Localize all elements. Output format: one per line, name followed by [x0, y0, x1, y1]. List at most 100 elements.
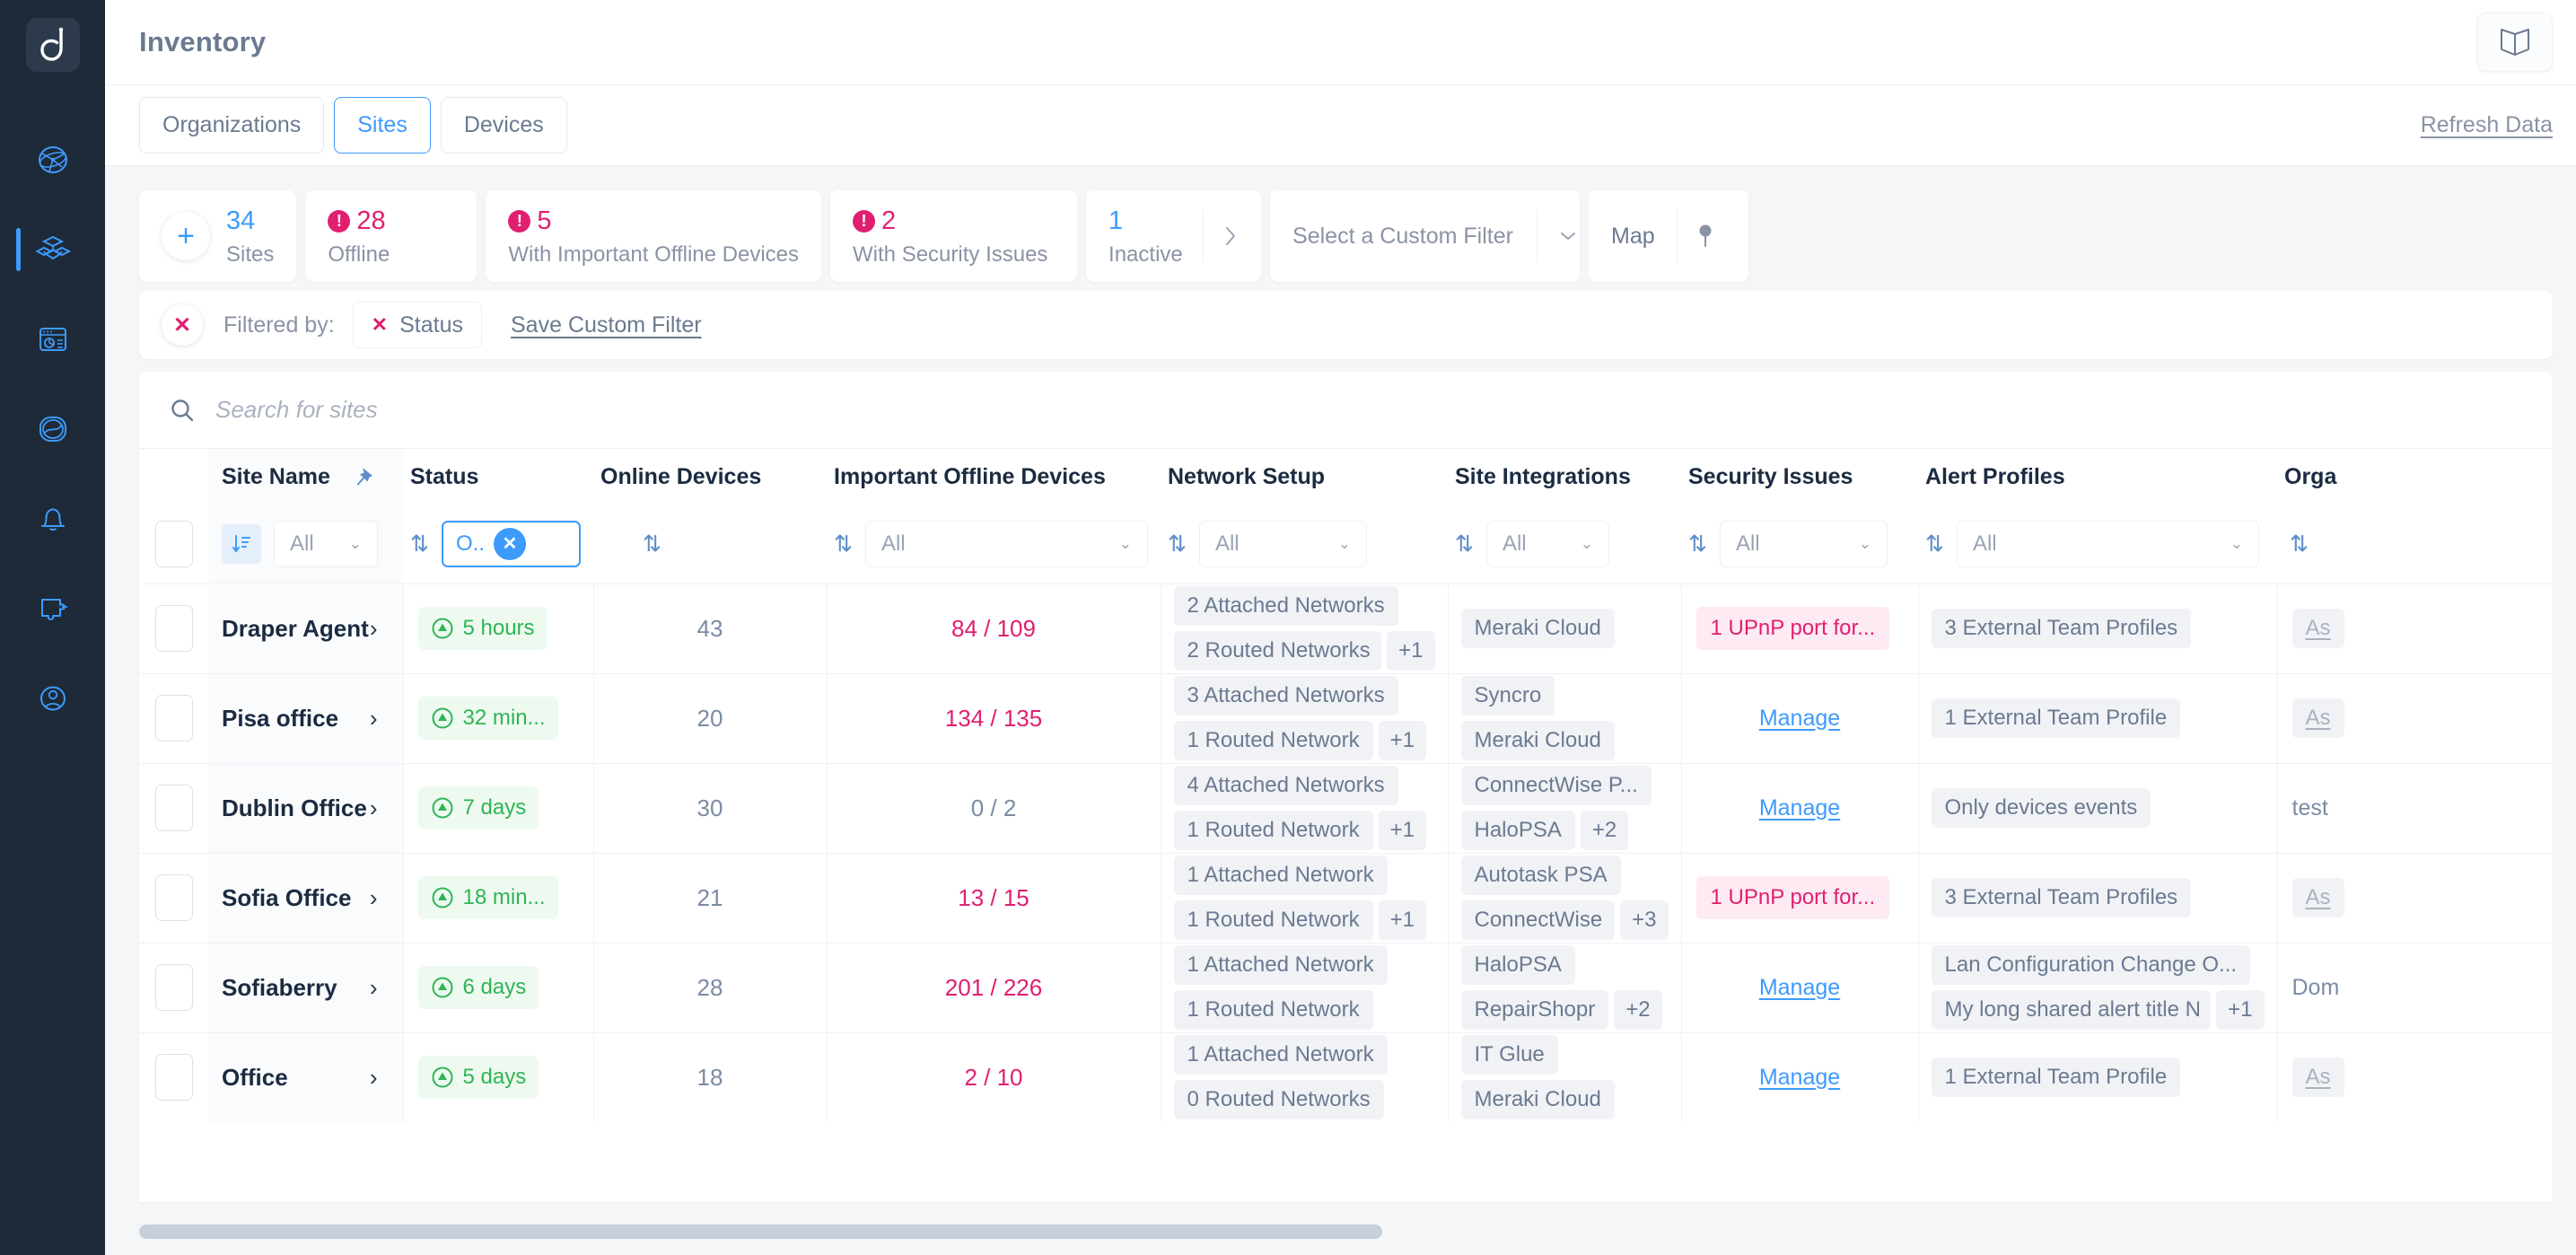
row-checkbox[interactable]	[155, 605, 193, 652]
refresh-data-link[interactable]: Refresh Data	[2421, 112, 2553, 138]
chevron-right-icon[interactable]: ›	[370, 974, 378, 1002]
alert-profile-overflow-badge[interactable]: +1	[2216, 990, 2264, 1030]
stat-card-sites[interactable]: + 34 Sites	[139, 190, 296, 282]
header-online-devices[interactable]: Online Devices	[593, 449, 827, 505]
chevron-right-icon[interactable]: ›	[370, 884, 378, 912]
assign-org-button[interactable]: As	[2292, 1058, 2344, 1097]
table-row[interactable]: Sofiaberry ›	[139, 943, 2553, 1032]
header-status[interactable]: Status	[403, 449, 593, 505]
header-alert-profiles[interactable]: Alert Profiles	[1918, 449, 2277, 505]
search-input[interactable]: Search for sites	[215, 396, 378, 424]
sort-organization-button[interactable]: ⇅	[2290, 531, 2309, 557]
tab-devices[interactable]: Devices	[441, 97, 567, 154]
header-site-name[interactable]: Site Name	[209, 449, 403, 505]
filter-select-site-integrations[interactable]: All ⌄	[1486, 521, 1609, 567]
stat-card-security-issues[interactable]: ! 2 With Security Issues	[830, 190, 1077, 282]
header-security-issues[interactable]: Security Issues	[1681, 449, 1918, 505]
cell-site-name[interactable]: Office ›	[209, 1032, 403, 1122]
manage-security-link[interactable]: Manage	[1759, 975, 1840, 1001]
remove-filter-icon[interactable]: ✕	[372, 313, 388, 337]
integration-overflow-badge[interactable]: +2	[1614, 990, 1661, 1030]
row-checkbox[interactable]	[155, 874, 193, 921]
sidebar-item-discovery[interactable]	[0, 384, 105, 474]
sort-status-button[interactable]: ⇅	[410, 531, 429, 557]
app-logo[interactable]	[26, 18, 80, 72]
tab-organizations[interactable]: Organizations	[139, 97, 324, 154]
manage-security-link[interactable]: Manage	[1759, 706, 1840, 732]
integration-overflow-badge[interactable]: +2	[1581, 811, 1628, 850]
horizontal-scrollbar-thumb[interactable]	[139, 1224, 1382, 1239]
table-row[interactable]: Dublin Office ›	[139, 763, 2553, 853]
sidebar-item-integrations[interactable]	[0, 564, 105, 654]
add-site-button[interactable]: +	[162, 212, 210, 260]
filter-select-important-offline[interactable]: All ⌄	[865, 521, 1148, 567]
filter-select-alert-profiles[interactable]: All ⌄	[1957, 521, 2259, 567]
filter-chip-status[interactable]: ✕ Status	[353, 302, 482, 348]
sidebar-item-reports[interactable]	[0, 294, 105, 384]
table-row[interactable]: Pisa office ›	[139, 673, 2553, 763]
row-checkbox[interactable]	[155, 1054, 193, 1101]
chevron-right-icon[interactable]: ›	[370, 705, 378, 733]
header-site-integrations[interactable]: Site Integrations	[1448, 449, 1681, 505]
tab-sites[interactable]: Sites	[334, 97, 431, 154]
cell-site-name[interactable]: Sofia Office ›	[209, 853, 403, 943]
header-network-setup[interactable]: Network Setup	[1161, 449, 1448, 505]
manage-security-link[interactable]: Manage	[1759, 795, 1840, 821]
header-important-offline[interactable]: Important Offline Devices	[827, 449, 1161, 505]
clear-status-filter-icon[interactable]: ✕	[494, 528, 526, 560]
network-overflow-badge[interactable]: +1	[1379, 900, 1426, 940]
assign-org-button[interactable]: As	[2292, 698, 2344, 738]
sort-network-setup-button[interactable]: ⇅	[1168, 531, 1187, 557]
search-row[interactable]: Search for sites	[139, 372, 2553, 449]
filter-select-network-setup[interactable]: All ⌄	[1199, 521, 1367, 567]
row-checkbox[interactable]	[155, 695, 193, 742]
filter-select-security-issues[interactable]: All ⌄	[1720, 521, 1888, 567]
stat-card-inactive[interactable]: 1 Inactive	[1086, 190, 1261, 282]
stat-card-offline[interactable]: ! 28 Offline	[305, 190, 477, 282]
filter-select-status[interactable]: O.. ✕	[442, 521, 581, 567]
sort-online-devices-button[interactable]: ⇅	[643, 531, 662, 557]
network-overflow-badge[interactable]: +1	[1387, 631, 1434, 671]
header-organization[interactable]: Orga	[2277, 449, 2553, 505]
table-row[interactable]: Sofia Office ›	[139, 853, 2553, 943]
stat-card-important-offline-devices[interactable]: ! 5 With Important Offline Devices	[486, 190, 821, 282]
save-custom-filter-link[interactable]: Save Custom Filter	[511, 312, 702, 338]
custom-filter-select[interactable]: Select a Custom Filter	[1270, 190, 1580, 282]
chevron-right-icon[interactable]: ›	[370, 794, 378, 822]
security-issue-badge[interactable]: 1 UPnP port for...	[1696, 607, 1890, 650]
assign-org-button[interactable]: As	[2292, 609, 2344, 648]
map-pin-button[interactable]	[1678, 222, 1715, 250]
security-issue-badge[interactable]: 1 UPnP port for...	[1696, 876, 1890, 919]
sidebar-item-inventory[interactable]	[0, 205, 105, 294]
sidebar-item-account[interactable]	[0, 654, 105, 743]
table-row[interactable]: Draper Agent ›	[139, 584, 2553, 673]
manage-security-link[interactable]: Manage	[1759, 1065, 1840, 1091]
integration-overflow-badge[interactable]: +3	[1620, 900, 1668, 940]
network-overflow-badge[interactable]: +1	[1379, 721, 1426, 760]
knowledge-base-button[interactable]	[2477, 13, 2553, 72]
clear-all-filters-button[interactable]: ✕	[162, 304, 203, 346]
sort-important-offline-button[interactable]: ⇅	[834, 531, 853, 557]
horizontal-scrollbar[interactable]	[139, 1224, 2553, 1239]
row-checkbox[interactable]	[155, 964, 193, 1011]
select-all-checkbox[interactable]	[155, 521, 193, 567]
sidebar-item-alerts[interactable]	[0, 474, 105, 564]
sort-alert-profiles-button[interactable]: ⇅	[1925, 531, 1944, 557]
cell-site-name[interactable]: Draper Agent ›	[209, 584, 403, 673]
sort-site-name-button[interactable]	[222, 524, 261, 564]
chevron-right-icon[interactable]: ›	[370, 615, 378, 643]
row-checkbox[interactable]	[155, 785, 193, 831]
network-overflow-badge[interactable]: +1	[1379, 811, 1426, 850]
chevron-right-icon[interactable]: ›	[370, 1064, 378, 1092]
table-row[interactable]: Office › 5 da	[139, 1032, 2553, 1122]
sort-security-issues-button[interactable]: ⇅	[1688, 531, 1707, 557]
filter-select-site-name[interactable]: All ⌄	[274, 521, 378, 567]
map-toggle[interactable]: Map	[1589, 190, 1748, 282]
cell-site-name[interactable]: Dublin Office ›	[209, 763, 403, 853]
pin-icon[interactable]	[355, 465, 378, 488]
custom-filter-caret[interactable]	[1538, 229, 1579, 243]
cell-site-name[interactable]: Pisa office ›	[209, 673, 403, 763]
more-stats-button[interactable]	[1204, 223, 1239, 250]
assign-org-button[interactable]: As	[2292, 878, 2344, 917]
sort-site-integrations-button[interactable]: ⇅	[1455, 531, 1474, 557]
